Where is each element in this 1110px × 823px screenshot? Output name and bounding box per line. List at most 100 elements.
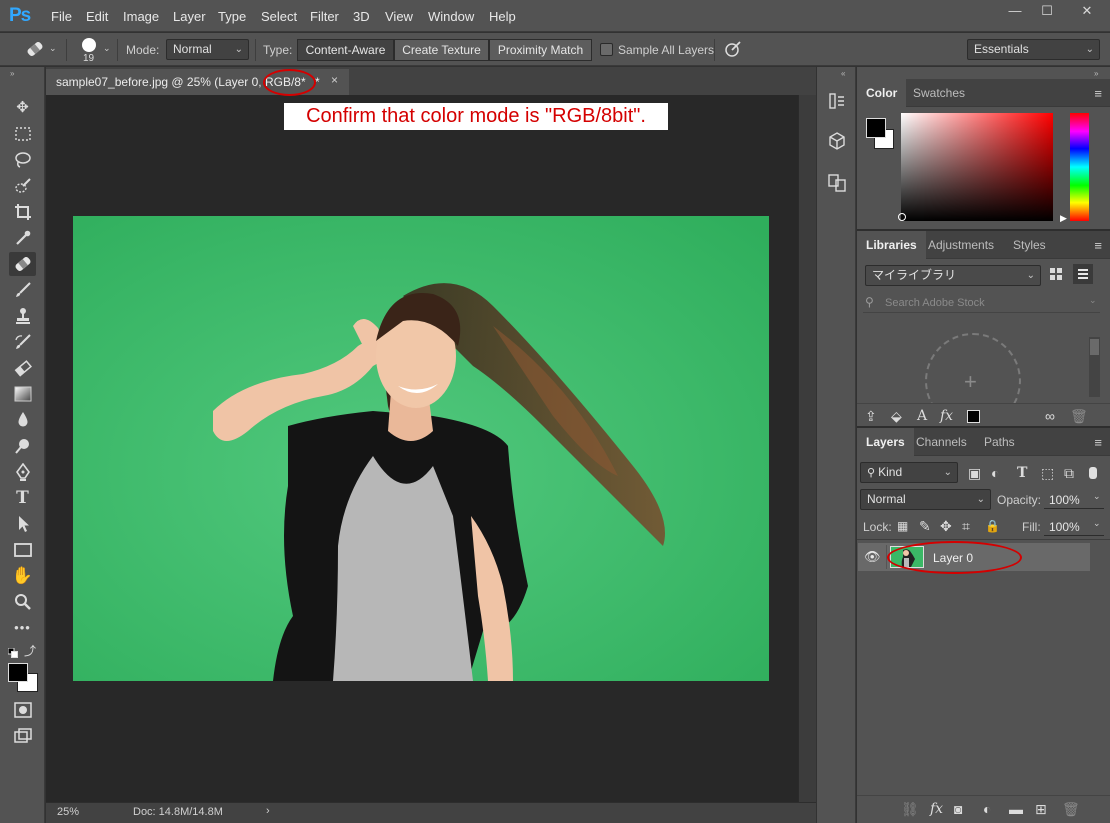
crop-tool-icon[interactable] [9,200,36,224]
tab-swatches[interactable]: Swatches [904,79,974,107]
menu-type[interactable]: Type [218,9,246,24]
path-selection-tool-icon[interactable] [9,512,36,536]
sample-all-layers-checkbox[interactable] [600,43,613,56]
close-window-button[interactable]: ✕ [1064,0,1110,22]
menu-help[interactable]: Help [489,9,516,24]
tab-libraries[interactable]: Libraries [857,231,926,259]
tab-color[interactable]: Color [857,79,907,107]
marquee-tool-icon[interactable] [9,122,36,146]
document-image[interactable] [73,216,769,681]
more-tools-icon[interactable]: ••• [9,616,36,640]
grid-view-icon[interactable] [1048,266,1064,282]
add-text-icon[interactable]: A [917,407,927,425]
menu-view[interactable]: View [385,9,413,24]
filter-toggle-switch[interactable] [1089,467,1097,479]
zoom-tool-icon[interactable] [9,590,36,614]
filter-shape-layers-icon[interactable]: ⬚ [1041,464,1054,482]
trash-icon[interactable]: 🗑 [1070,407,1088,425]
history-brush-tool-icon[interactable] [9,330,36,354]
tab-channels[interactable]: Channels [907,428,976,456]
rectangle-tool-icon[interactable] [9,538,36,562]
blur-tool-icon[interactable] [9,408,36,432]
lock-all-icon[interactable]: 🔒 [985,517,1000,535]
chevron-down-icon[interactable]: ⌄ [103,43,111,54]
dodge-tool-icon[interactable] [9,434,36,458]
lock-position-icon[interactable]: ✥ [940,517,952,535]
quick-selection-tool-icon[interactable] [9,174,36,198]
add-mask-icon[interactable]: ◙ [954,800,962,818]
creative-cloud-icon[interactable]: ∞ [1045,407,1055,425]
lock-image-pixels-icon[interactable]: ✎ [919,517,931,535]
add-color-icon[interactable] [967,410,980,423]
panel-menu-icon[interactable]: ≡ [1094,86,1102,101]
menu-edit[interactable]: Edit [86,9,108,24]
new-layer-icon[interactable]: ⊞ [1035,800,1047,818]
restore-button[interactable]: ☐ [1030,0,1064,22]
clone-stamp-tool-icon[interactable] [9,304,36,328]
menu-select[interactable]: Select [261,9,297,24]
tab-adjustments[interactable]: Adjustments [919,231,1003,259]
zoom-level[interactable]: 25% [57,806,79,818]
menu-3d[interactable]: 3D [353,9,370,24]
filter-type-layers-icon[interactable]: T [1017,464,1027,482]
menu-image[interactable]: Image [123,9,159,24]
status-menu-arrow-icon[interactable]: › [266,805,270,817]
filter-adjustment-layers-icon[interactable]: ◐ [991,464,999,482]
layer-filter-dropdown[interactable]: ⚲ Kind ⌄ [860,462,958,483]
filter-pixel-layers-icon[interactable]: ▣ [968,464,981,482]
menu-file[interactable]: File [51,9,72,24]
filter-smart-objects-icon[interactable]: ⧉ [1064,464,1074,482]
brush-tip-icon[interactable] [82,38,96,52]
mode-dropdown[interactable]: Normal ⌄ [166,39,249,60]
quick-mask-icon[interactable] [9,698,36,722]
vertical-scrollbar[interactable] [798,95,816,802]
delete-layer-icon[interactable]: 🗑 [1062,800,1080,818]
eye-icon[interactable]: 👁 [864,549,881,565]
upload-icon[interactable]: ⇪ [865,407,877,425]
brush-tool-icon[interactable] [9,278,36,302]
history-panel-icon[interactable] [827,92,847,112]
expand-panels-icon[interactable]: « [841,69,845,78]
doc-size-info[interactable]: Doc: 14.8M/14.8M [133,806,223,818]
screen-mode-icon[interactable] [9,724,36,748]
panel-menu-icon[interactable]: ≡ [1094,238,1102,253]
libraries-scrollbar[interactable] [1089,337,1100,397]
collapse-panels-icon[interactable]: » [1094,69,1098,78]
gradient-tool-icon[interactable] [9,382,36,406]
move-tool-icon[interactable]: ✥ [9,96,36,120]
stock-search-input[interactable]: ⚲ Search Adobe Stock ⌄ [863,295,1100,313]
type-content-aware-button[interactable]: Content-Aware [297,39,394,61]
tab-layers[interactable]: Layers [857,428,914,456]
lock-transparent-pixels-icon[interactable]: ▦ [897,517,908,535]
eraser-tool-icon[interactable] [9,356,36,380]
menu-window[interactable]: Window [428,9,474,24]
library-dropdown[interactable]: マイライブラリ ⌄ [865,265,1041,286]
list-view-icon[interactable] [1073,264,1093,284]
link-layers-icon[interactable]: ⛓ [901,800,919,818]
color-spectrum-field[interactable] [901,113,1053,221]
type-tool-icon[interactable]: T [9,486,36,510]
close-document-icon[interactable]: × [331,73,338,87]
hue-slider-marker-icon[interactable]: ▶ [1060,213,1067,224]
add-style-icon[interactable]: fx [940,407,953,425]
hand-tool-icon[interactable]: ✋ [9,564,36,588]
layer-style-icon[interactable]: fx [930,800,943,818]
foreground-color-swatch[interactable] [8,663,28,682]
type-create-texture-button[interactable]: Create Texture [394,39,489,61]
hue-slider[interactable] [1070,113,1089,221]
minimize-button[interactable]: — [998,0,1032,22]
lock-artboard-icon[interactable]: ⌗ [962,517,970,535]
menu-filter[interactable]: Filter [310,9,339,24]
fill-input[interactable]: 100% ⌄ [1044,517,1104,536]
tab-paths[interactable]: Paths [975,428,1024,456]
color-panel-foreground-swatch[interactable] [866,118,886,138]
opacity-input[interactable]: 100% ⌄ [1044,490,1104,509]
blend-mode-dropdown[interactable]: Normal ⌄ [860,489,991,510]
new-adjustment-layer-icon[interactable]: ◐ [983,800,991,818]
swap-colors-icon[interactable]: ⤴ [24,642,36,659]
collapse-panel-icon[interactable]: » [10,69,14,78]
pressure-brush-icon[interactable] [724,40,742,58]
spot-healing-brush-preset-icon[interactable] [24,39,46,59]
spot-healing-brush-tool-icon[interactable] [9,252,36,276]
menu-layer[interactable]: Layer [173,9,206,24]
